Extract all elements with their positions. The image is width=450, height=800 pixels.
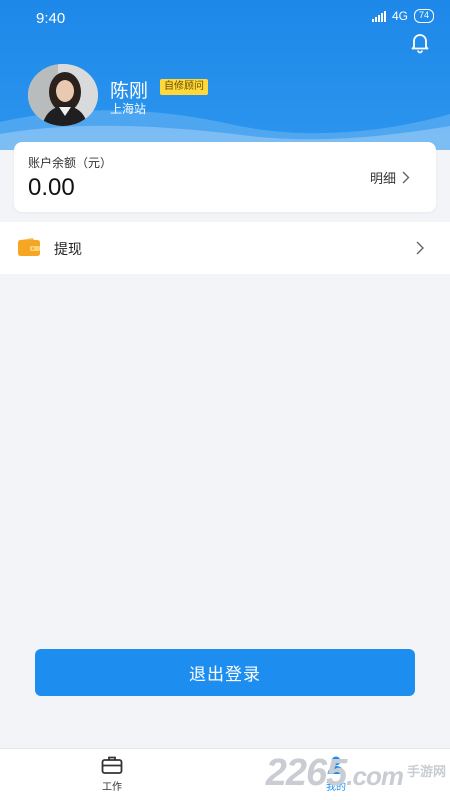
battery-icon: 74 xyxy=(413,9,434,23)
bell-icon[interactable] xyxy=(408,30,432,54)
briefcase-icon xyxy=(101,756,123,774)
watermark: 2265.com 手游网 xyxy=(266,753,446,796)
status-time: 9:40 xyxy=(36,10,66,27)
profile-header: 9:40 4G 74 陈刚 自修顾问 上海站 xyxy=(0,0,450,150)
user-name: 陈刚 xyxy=(110,80,149,102)
network-type: 4G xyxy=(391,9,408,23)
balance-value: 0.00 xyxy=(28,174,75,201)
tab-work-label: 工作 xyxy=(102,782,122,793)
chevron-right-icon xyxy=(416,241,424,255)
avatar[interactable] xyxy=(28,64,98,126)
watermark-site: 手游网 xyxy=(406,765,446,780)
withdraw-label: 提现 xyxy=(54,242,82,258)
station-label: 上海站 xyxy=(110,102,147,116)
chevron-right-icon xyxy=(402,171,410,184)
balance-card: 账户余额（元） 0.00 明细 xyxy=(14,142,436,212)
balance-label: 账户余额（元） xyxy=(28,156,113,170)
withdraw-menu-item[interactable]: 提现 xyxy=(0,222,450,274)
tab-work[interactable]: 工作 xyxy=(82,755,142,793)
avatar-photo xyxy=(28,64,98,126)
watermark-number: 2265.com xyxy=(265,752,404,794)
wallet-icon xyxy=(18,238,40,256)
detail-link[interactable]: 明细 xyxy=(370,168,410,187)
role-badge: 自修顾问 xyxy=(160,79,208,95)
logout-button[interactable]: 退出登录 xyxy=(35,649,415,696)
signal-icon xyxy=(371,10,386,22)
status-indicators: 4G 74 xyxy=(371,9,434,23)
status-bar: 9:40 4G 74 xyxy=(0,0,450,36)
detail-label: 明细 xyxy=(369,172,396,187)
